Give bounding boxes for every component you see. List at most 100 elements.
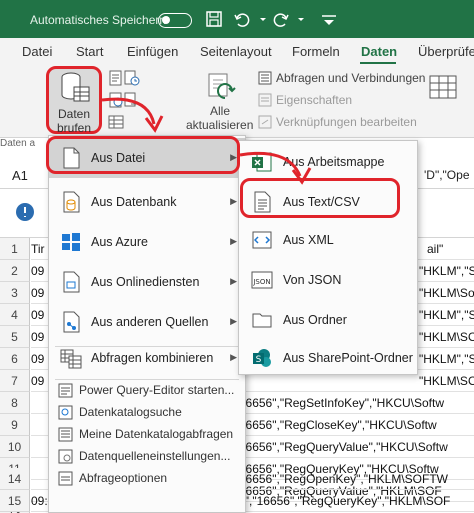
existing-connections-icon[interactable] xyxy=(124,92,140,108)
menu-item-label: Aus Azure xyxy=(91,235,148,249)
query-info-icon[interactable] xyxy=(14,201,36,223)
svg-text:S: S xyxy=(256,355,262,365)
menu-item-from-other-sources[interactable]: Aus anderen Quellen ▶ xyxy=(49,302,245,342)
row-header[interactable]: 14 xyxy=(0,468,30,490)
tab-start[interactable]: Start xyxy=(76,44,103,59)
menu-item-launch-power-query[interactable]: Power Query-Editor starten... xyxy=(49,380,245,401)
menu-item-label: Datenkatalogsuche xyxy=(79,405,182,419)
refresh-all-label-1[interactable]: Alle xyxy=(210,104,230,118)
menu-item-label: Abfragen kombinieren xyxy=(91,351,214,365)
row-header[interactable]: 5 xyxy=(0,326,30,348)
row-header[interactable]: 15 xyxy=(0,490,30,512)
submenu-arrow-icon: ▶ xyxy=(230,316,237,326)
undo-dropdown-icon[interactable] xyxy=(258,10,268,28)
catalog-search-icon xyxy=(58,405,73,420)
refresh-all-label-2[interactable]: aktualisieren xyxy=(186,118,253,132)
cell-text: 09 xyxy=(31,374,45,388)
queries-connections-icon[interactable] xyxy=(258,71,272,85)
title-bar: Automatisches Speichern xyxy=(0,0,474,38)
menu-item-query-options[interactable]: Abfrageoptionen xyxy=(49,468,245,489)
from-table-icon[interactable] xyxy=(108,114,124,130)
formula-content[interactable]: 'D","Ope xyxy=(424,168,470,182)
undo-icon[interactable] xyxy=(233,10,251,28)
recent-sources-icon[interactable] xyxy=(124,70,140,86)
menu-item-my-catalog-queries[interactable]: Meine Datenkatalogabfragen xyxy=(49,424,245,445)
cell-text-right: ","16656","RegCloseKey","HKCU\Softw xyxy=(227,418,437,432)
power-query-icon xyxy=(58,383,73,398)
svg-text:JSON: JSON xyxy=(252,278,270,286)
save-icon[interactable] xyxy=(205,10,223,28)
submenu-item-from-folder[interactable]: Aus Ordner xyxy=(239,301,417,339)
submenu-item-from-xml[interactable]: Aus XML xyxy=(239,221,417,259)
submenu-item-from-sharepoint-folder[interactable]: S Aus SharePoint-Ordner xyxy=(239,339,417,377)
tab-formeln[interactable]: Formeln xyxy=(292,44,340,59)
customize-toolbar-icon[interactable] xyxy=(318,10,340,28)
cell-text-right: "HKLM","SUC xyxy=(419,308,474,322)
queries-connections-label[interactable]: Abfragen und Verbindungen xyxy=(276,71,425,85)
row-header[interactable]: 8 xyxy=(0,392,30,414)
sort-filter-icon[interactable] xyxy=(428,74,468,102)
tab-datei[interactable]: Datei xyxy=(22,44,52,59)
row-header[interactable]: 4 xyxy=(0,304,30,326)
refresh-all-icon[interactable] xyxy=(205,72,237,102)
edit-links-label: Verknüpfungen bearbeiten xyxy=(276,115,417,129)
folder-icon xyxy=(252,313,272,328)
row-header[interactable]: 2 xyxy=(0,260,30,282)
cell-text-right: "HKLM","SUC xyxy=(419,264,474,278)
other-sources-icon xyxy=(63,311,80,333)
cell-text: 09 xyxy=(31,330,45,344)
cell-text-right: ","16656","RegOpenKey","HKLM\SOFTW xyxy=(227,472,448,486)
cell-text-right: ","16656","RegQueryValue","HKCU\Softw xyxy=(227,440,448,454)
get-data-button[interactable]: Daten brufen xyxy=(46,66,102,135)
submenu-arrow-icon: ▶ xyxy=(230,352,237,362)
menu-item-from-online-services[interactable]: Aus Onlinediensten ▶ xyxy=(49,262,245,302)
autosave-toggle[interactable] xyxy=(158,13,192,28)
menu-item-from-azure[interactable]: Aus Azure ▶ xyxy=(49,222,245,262)
menu-item-data-catalog-search[interactable]: Datenkatalogsuche xyxy=(49,402,245,423)
cell-text-right: "HKLM\Softw xyxy=(419,286,474,300)
tab-seitenlayout[interactable]: Seitenlayout xyxy=(200,44,272,59)
get-data-menu: Aus Datei ▶ Aus Datenbank ▶ Aus Azure ▶ … xyxy=(48,135,246,513)
from-text-icon[interactable] xyxy=(108,70,124,86)
name-box[interactable]: A1 xyxy=(12,168,28,183)
menu-item-label: Datenquelleneinstellungen... xyxy=(79,449,231,463)
from-web-icon[interactable] xyxy=(108,92,124,108)
submenu-item-label: Aus SharePoint-Ordner xyxy=(283,351,413,365)
submenu-item-from-workbook[interactable]: Aus Arbeitsmappe xyxy=(239,143,417,181)
menu-item-label: Power Query-Editor starten... xyxy=(79,383,235,397)
json-icon: JSON xyxy=(251,271,273,289)
submenu-item-label: Aus Arbeitsmappe xyxy=(283,155,385,169)
from-file-submenu: Aus Arbeitsmappe Aus Text/CSV Aus XML JS… xyxy=(238,140,418,375)
redo-icon[interactable] xyxy=(272,10,290,28)
menu-item-data-source-settings[interactable]: Datenquelleneinstellungen... xyxy=(49,446,245,467)
submenu-item-label: Aus XML xyxy=(283,233,334,247)
menu-item-combine-queries[interactable]: Abfragen kombinieren ▶ xyxy=(49,338,245,378)
menu-item-label: Meine Datenkatalogabfragen xyxy=(79,427,234,441)
highlight-from-file xyxy=(46,136,240,174)
menu-item-label: Aus anderen Quellen xyxy=(91,315,209,329)
submenu-arrow-icon: ▶ xyxy=(230,236,237,246)
submenu-arrow-icon: ▶ xyxy=(230,196,237,206)
catalog-queries-icon xyxy=(58,427,73,442)
row-header[interactable]: 7 xyxy=(0,370,30,392)
get-data-label-1: Daten xyxy=(57,107,91,121)
row-header[interactable]: 6 xyxy=(0,348,30,370)
tab-ueberpruefen[interactable]: Überprüfe xyxy=(418,44,474,59)
menu-item-from-database[interactable]: Aus Datenbank ▶ xyxy=(49,182,245,222)
cloud-service-icon xyxy=(63,271,80,293)
cell-text-right: "HKLM\SOF xyxy=(419,374,474,388)
menu-item-label: Aus Onlinediensten xyxy=(91,275,200,289)
redo-dropdown-icon[interactable] xyxy=(296,10,306,28)
row-header[interactable]: 9 xyxy=(0,414,30,436)
cell-text: 09 xyxy=(31,264,45,278)
row-header[interactable]: 1 xyxy=(0,238,30,260)
row-header[interactable]: 3 xyxy=(0,282,30,304)
toggle-knob xyxy=(162,16,170,24)
tab-daten[interactable]: Daten xyxy=(361,44,397,59)
submenu-item-label: Aus Ordner xyxy=(283,313,347,327)
submenu-item-from-json[interactable]: JSON Von JSON xyxy=(239,261,417,299)
submenu-item-label: Von JSON xyxy=(283,273,342,287)
menu-item-label: Abfrageoptionen xyxy=(79,471,168,485)
tab-einfuegen[interactable]: Einfügen xyxy=(127,44,178,59)
row-header[interactable]: 10 xyxy=(0,436,30,458)
